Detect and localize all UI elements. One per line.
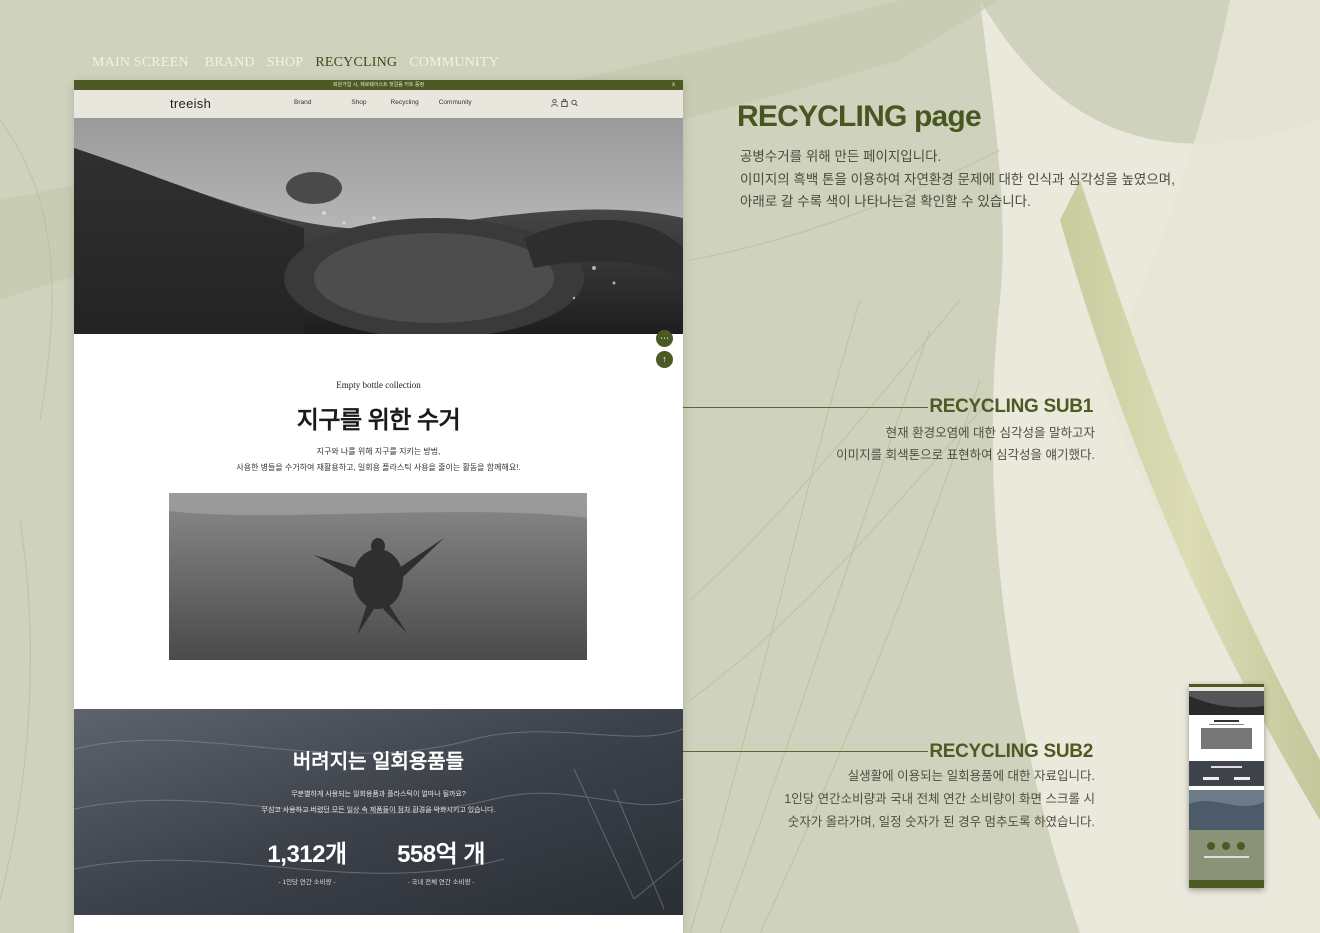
description-line: 이미지를 회색톤으로 표현하여 심각성을 얘기했다. (836, 448, 1095, 462)
stat-national: 558억 개 - 국내 전체 연간 소비량 - (371, 834, 511, 886)
recycling-page-mockup: 회원가입 시, 제로웨이스트 첫걸음 키트 증정 x treeish Brand… (74, 80, 683, 933)
sub1-description: 현재 환경오염에 대한 심각성을 말하고자 이미지를 회색톤으로 표현하여 심각… (836, 422, 1095, 466)
page-description: 공병수거를 위해 만든 페이지입니다. 이미지의 흑백 톤을 이용하여 자연환경… (740, 146, 1175, 214)
site-header: treeish Brand Shop Recycling Community (74, 90, 683, 118)
menu-recycling[interactable]: Recycling (391, 99, 419, 106)
search-icon[interactable] (571, 99, 578, 107)
header-icons (551, 99, 578, 107)
description-line: 지구와 나를 위해 지구를 지키는 방법, (316, 447, 441, 456)
section-title: 지구를 위한 수거 (296, 407, 461, 434)
top-nav-brand[interactable]: BRAND (205, 55, 255, 71)
menu-brand[interactable]: Brand (294, 99, 311, 106)
menu-shop[interactable]: Shop (351, 99, 366, 106)
promo-close-button[interactable]: x (672, 80, 675, 90)
promo-bar: 회원가입 시, 제로웨이스트 첫걸음 키트 증정 x (74, 80, 683, 90)
description-line: 이미지의 흑백 톤을 이용하여 자연환경 문제에 대한 인식과 심각성을 높였으… (740, 171, 1175, 187)
stat-value: 558억 개 (397, 841, 485, 868)
description-line: 실생활에 이용되는 일회용품에 대한 자료입니다. (847, 769, 1095, 783)
description-line: 무심코 사용하고 버렸던 모든 일상 속 제품들이 점차 환경을 악화시키고 있… (261, 807, 496, 814)
description-line: 공병수거를 위해 만든 페이지입니다. (740, 149, 942, 164)
full-page-thumbnail (1189, 684, 1264, 888)
sub1-connector-line (683, 407, 928, 408)
stat-caption: - 국내 전체 연간 소비량 - (407, 879, 475, 886)
collection-section: Empty bottle collection 지구를 위한 수거 지구와 나를… (74, 334, 683, 709)
sub2-connector-line (683, 751, 928, 752)
top-nav-community[interactable]: COMMUNITY (409, 55, 499, 71)
arrow-up-icon[interactable]: ↑ (656, 351, 673, 368)
sub2-description: 실생활에 이용되는 일회용품에 대한 자료입니다. 1인당 연간소비량과 국내 … (784, 765, 1095, 834)
top-nav-main-screen[interactable]: MAIN SCREEN (92, 55, 189, 71)
floating-buttons: ⋯ ↑ (656, 330, 673, 368)
menu-community[interactable]: Community (439, 99, 472, 106)
sub2-title: RECYCLING SUB2 (929, 741, 1093, 762)
top-nav-shop[interactable]: SHOP (267, 55, 304, 71)
sub1-title: RECYCLING SUB1 (929, 396, 1093, 417)
user-icon[interactable] (551, 99, 558, 107)
top-nav: MAIN SCREEN BRAND SHOP RECYCLING COMMUNI… (92, 55, 499, 71)
stat-value: 1,312개 (267, 841, 347, 868)
page-title: RECYCLING page (737, 100, 982, 133)
stat-caption: - 1인당 연간 소비량 - (278, 879, 336, 886)
disposables-title: 버려지는 일회용품들 (292, 751, 465, 773)
description-line: 아래로 갈 수록 색이 나타나는걸 확인할 수 있습니다. (740, 194, 1031, 209)
section-eyebrow: Empty bottle collection (336, 380, 421, 390)
description-line: 1인당 연간소비량과 국내 전체 연간 소비량이 화면 스크롤 시 (784, 792, 1095, 806)
top-nav-recycling[interactable]: RECYCLING (315, 55, 397, 71)
site-menu: Brand Shop Recycling Community (294, 99, 472, 106)
hero-turtle-image (74, 118, 683, 334)
chat-icon[interactable]: ⋯ (656, 330, 673, 347)
description-line: 숫자가 올라가며, 일정 숫자가 된 경우 멈추도록 하였습니다. (787, 815, 1095, 829)
page-continuation (74, 915, 683, 933)
description-line: 사용한 병들을 수거하여 재활용하고, 일회용 플라스틱 사용을 줄이는 활동을… (236, 463, 521, 472)
site-logo[interactable]: treeish (170, 96, 211, 111)
description-line: 현재 환경오염에 대한 심각성을 말하고자 (885, 426, 1095, 440)
section-description: 지구와 나를 위해 지구를 지키는 방법, 사용한 병들을 수거하여 재활용하고… (74, 444, 683, 476)
disposables-section: 버려지는 일회용품들 무분별하게 사용되는 일회용품과 플라스틱이 얼마나 될까… (74, 709, 683, 915)
stat-per-person: 1,312개 - 1인당 연간 소비량 - (237, 834, 377, 886)
description-line: 무분별하게 사용되는 일회용품과 플라스틱이 얼마나 될까요? (291, 791, 466, 798)
disposables-description: 무분별하게 사용되는 일회용품과 플라스틱이 얼마나 될까요? 무심코 사용하고… (74, 787, 683, 819)
underwater-turtle-image (169, 493, 587, 660)
promo-text: 회원가입 시, 제로웨이스트 첫걸음 키트 증정 (332, 82, 425, 88)
bag-icon[interactable] (561, 99, 568, 107)
